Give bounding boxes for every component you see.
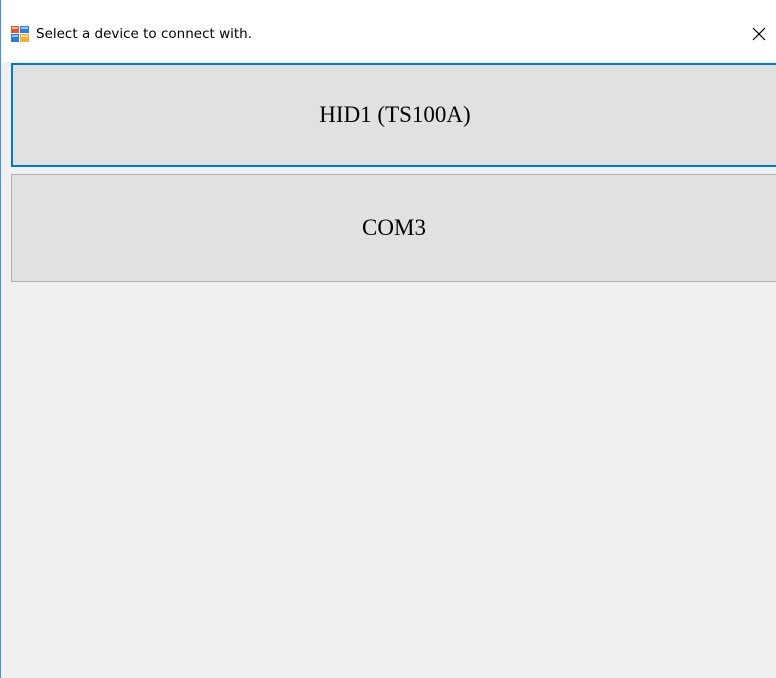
- device-button-com3[interactable]: COM3: [11, 174, 776, 282]
- device-select-window: Select a device to connect with. HID1 (T…: [0, 0, 776, 678]
- device-button-hid1[interactable]: HID1 (TS100A): [11, 63, 776, 167]
- device-button-label: HID1 (TS100A): [319, 102, 471, 127]
- device-button-label: COM3: [362, 215, 426, 240]
- close-button[interactable]: [741, 18, 776, 50]
- close-icon: [752, 27, 766, 41]
- window-title: Select a device to connect with.: [36, 26, 253, 42]
- app-window-icon: [11, 26, 29, 42]
- title-bar: Select a device to connect with.: [1, 0, 776, 62]
